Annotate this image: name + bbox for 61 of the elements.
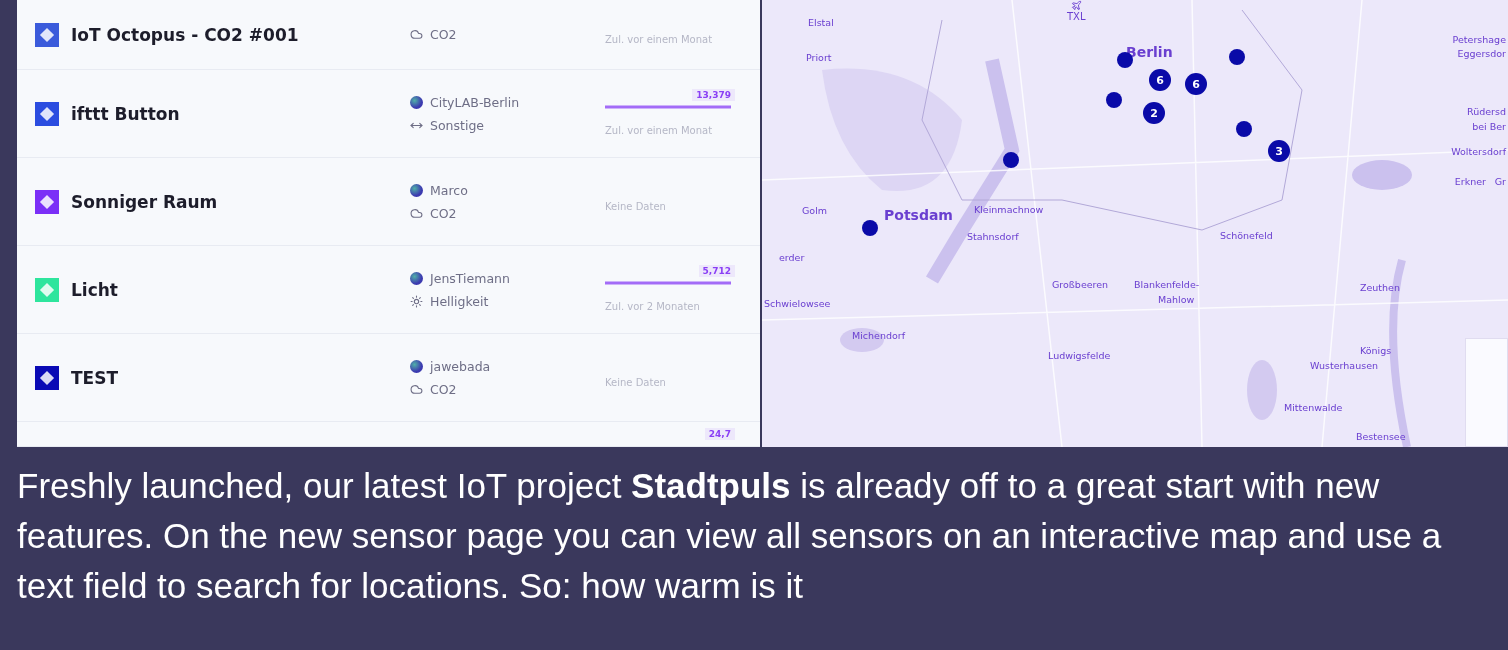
last-updated: Zul. vor einem Monat xyxy=(605,124,714,138)
article-paragraph: Freshly launched, our latest IoT project Stadtpuls is already off to a great start with new features. On the new sensor page you can view all sensors on an interactive map and use a text field to search for locations. So: how warm is it xyxy=(16,465,1443,607)
value-badge: 24,7 xyxy=(704,428,735,440)
sensor-row[interactable]: Sonniger Raum Marco CO2 Keine Daten xyxy=(17,158,760,246)
map-label: bei Ber xyxy=(1472,121,1506,132)
map-label: Petershage xyxy=(1452,34,1506,45)
sensor-name: Licht xyxy=(71,279,118,300)
map-label: Wusterhausen xyxy=(1310,360,1378,371)
map-label: Eggersdor xyxy=(1457,48,1506,59)
sensor-row[interactable]: IoT Octopus - CO2 #001 CO2 Zul. vor einem Monat xyxy=(17,0,760,70)
map-label: Gr xyxy=(1494,176,1506,187)
sensor-name: IoT Octopus - CO2 #001 xyxy=(71,24,299,45)
owner-name: JensTiemann xyxy=(430,270,510,286)
map-label: Priort xyxy=(806,52,832,63)
last-updated: Zul. vor 2 Monaten xyxy=(605,300,701,314)
avatar-icon xyxy=(410,95,423,109)
sensor-row[interactable]: ifttt Button CityLAB-Berlin Sonstige 13,379 Zul. vor einem Monat xyxy=(17,70,760,158)
category-label: Helligkeit xyxy=(430,293,489,309)
sensor-row[interactable]: 24,7 xyxy=(17,422,760,447)
map-label: Potsdam xyxy=(884,207,953,223)
value-badge: 13,379 xyxy=(692,89,735,101)
map-label: TXL xyxy=(1067,11,1086,22)
map-label: Michendorf xyxy=(852,330,906,341)
last-updated: Keine Daten xyxy=(605,200,667,214)
map-label: Kleinmachnow xyxy=(974,204,1044,215)
category-label: CO2 xyxy=(430,205,457,221)
map-label: Ludwigsfelde xyxy=(1048,350,1111,361)
map-label: Elstal xyxy=(808,17,834,28)
owner-name: CityLAB-Berlin xyxy=(430,94,520,110)
value-badge: 5,712 xyxy=(698,265,735,277)
category-label: CO2 xyxy=(430,381,457,397)
map-label: Mittenwalde xyxy=(1284,402,1343,413)
map-label: Blankenfelde- xyxy=(1134,279,1200,290)
map-label: Schönefeld xyxy=(1220,230,1273,241)
sensor-name: Sonniger Raum xyxy=(71,191,218,212)
map-label: Mahlow xyxy=(1158,294,1195,305)
last-updated: Keine Daten xyxy=(605,376,667,390)
avatar-icon xyxy=(410,183,423,197)
sensor-row[interactable]: TEST jawebada CO2 Keine Daten xyxy=(17,334,760,422)
map-label: Großbeeren xyxy=(1052,279,1109,290)
sensor-row[interactable]: Licht JensTiemann Helligkeit 5,712 Zul. vor 2 Monaten xyxy=(17,246,760,334)
map-label: erder xyxy=(779,252,805,263)
sensor-name: ifttt Button xyxy=(71,103,180,124)
map-label: Woltersdorf xyxy=(1451,146,1506,157)
map-label: Königs xyxy=(1360,345,1392,356)
airplane-icon xyxy=(1070,0,1082,11)
category-label: CO2 xyxy=(430,27,457,42)
owner-name: Marco xyxy=(430,182,468,198)
owner-name: jawebada xyxy=(430,358,491,374)
category-label: Sonstige xyxy=(430,117,485,133)
map-label: Schwielowsee xyxy=(764,298,831,309)
sensor-name: TEST xyxy=(71,367,119,388)
last-updated: Zul. vor einem Monat xyxy=(605,33,714,47)
avatar-icon xyxy=(410,359,423,373)
map-label: Rüdersd xyxy=(1467,106,1506,117)
avatar-icon xyxy=(410,271,423,285)
map-label: Bestensee xyxy=(1356,431,1406,442)
map-label: Zeuthen xyxy=(1360,282,1400,293)
map-label: Erkner xyxy=(1454,176,1486,187)
map-label: Stahnsdorf xyxy=(967,231,1019,242)
map-label: Golm xyxy=(802,205,828,216)
